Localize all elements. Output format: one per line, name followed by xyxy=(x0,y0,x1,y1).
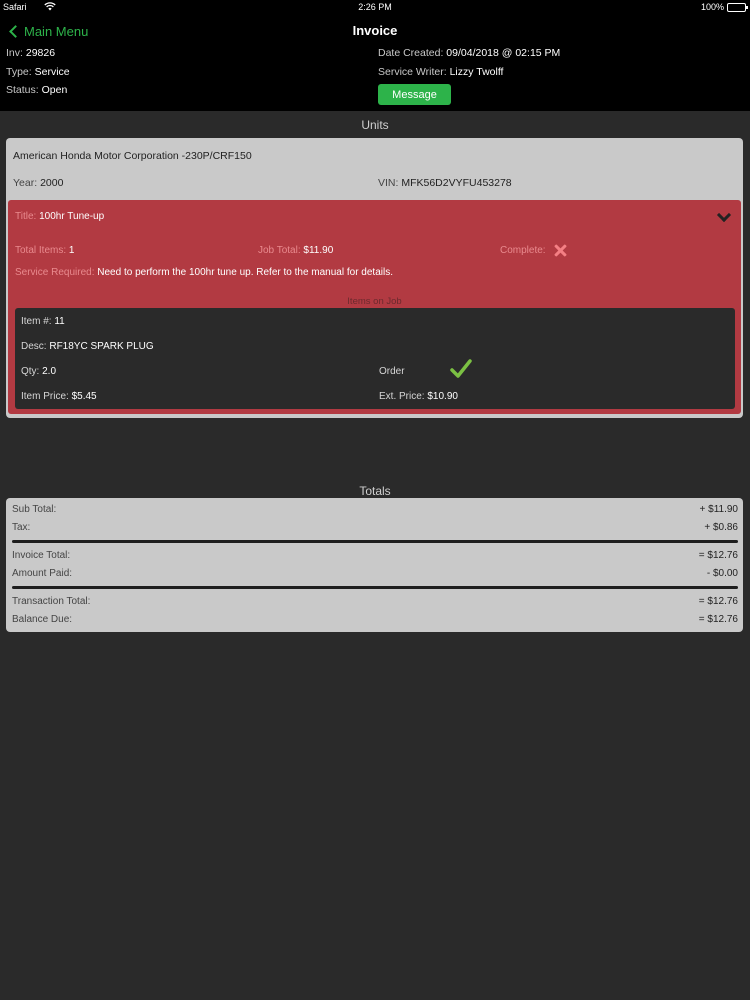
invoice-type: Type: Service xyxy=(6,66,70,78)
transaction-total-label: Transaction Total: xyxy=(12,596,91,607)
sub-total-label: Sub Total: xyxy=(12,504,57,515)
date-value: 09/04/2018 @ 02:15 PM xyxy=(446,47,561,59)
balance-due-value: = $12.76 xyxy=(698,614,738,625)
order-label: Order xyxy=(379,366,405,377)
unit-card[interactable]: American Honda Motor Corporation -230P/C… xyxy=(6,138,743,418)
invoice-total-row: Invoice Total: = $12.76 xyxy=(12,550,738,564)
item-order: Order xyxy=(379,366,405,377)
message-button[interactable]: Message xyxy=(378,84,451,105)
tax-value: + $0.86 xyxy=(704,522,738,533)
complete-label: Complete: xyxy=(500,245,546,256)
job-panel[interactable]: Title: 100hr Tune-up Total Items: 1 Job … xyxy=(8,200,741,414)
vin-value: MFK56D2VYFU453278 xyxy=(401,177,512,189)
status-bar: Safari 2:26 PM 100% xyxy=(0,0,750,16)
units-header: Units xyxy=(361,118,389,132)
job-total-items: Total Items: 1 xyxy=(15,245,74,256)
page-title: Invoice xyxy=(352,23,398,38)
invoice-status: Status: Open xyxy=(6,84,67,96)
job-total: Job Total: $11.90 xyxy=(258,245,333,256)
job-title-label: Title: xyxy=(15,211,37,222)
date-label: Date Created: xyxy=(378,47,444,59)
incomplete-x-icon[interactable] xyxy=(554,244,567,257)
amount-paid-row: Amount Paid: - $0.00 xyxy=(12,568,738,582)
job-title: Title: 100hr Tune-up xyxy=(15,211,104,222)
service-required: Service Required: Need to perform the 10… xyxy=(15,267,393,278)
amount-paid-label: Amount Paid: xyxy=(12,568,73,579)
order-check-icon[interactable] xyxy=(450,358,472,380)
service-writer: Service Writer: Lizzy Twolff xyxy=(378,66,503,78)
tax-row: Tax: + $0.86 xyxy=(12,522,738,536)
sub-total-row: Sub Total: + $11.90 xyxy=(12,504,738,518)
desc-label: Desc: xyxy=(21,341,47,352)
item-number-value: 11 xyxy=(54,316,65,327)
job-total-value: $11.90 xyxy=(303,245,334,256)
job-total-label: Job Total: xyxy=(258,245,301,256)
top-bar: Safari 2:26 PM 100% Main Menu Invoice In… xyxy=(0,0,750,111)
tax-label: Tax: xyxy=(12,522,31,533)
items-on-job-header: Items on Job xyxy=(347,296,402,307)
unit-name: American Honda Motor Corporation -230P/C… xyxy=(13,150,252,162)
battery-icon xyxy=(727,3,748,12)
divider xyxy=(12,586,738,589)
job-title-value: 100hr Tune-up xyxy=(39,211,105,222)
type-label: Type: xyxy=(6,66,32,78)
status-value: Open xyxy=(41,84,68,96)
item-desc: Desc: RF18YC SPARK PLUG xyxy=(21,341,154,352)
item-ext-price: Ext. Price: $10.90 xyxy=(379,391,458,402)
item-qty: Qty: 2.0 xyxy=(21,366,56,377)
divider xyxy=(12,540,738,543)
date-created: Date Created: 09/04/2018 @ 02:15 PM xyxy=(378,47,560,59)
desc-value: RF18YC SPARK PLUG xyxy=(49,341,154,352)
total-items-label: Total Items: xyxy=(15,245,67,256)
job-complete: Complete: xyxy=(500,245,546,256)
total-items-value: 1 xyxy=(68,245,75,256)
inv-value: 29826 xyxy=(25,47,56,59)
service-required-value: Need to perform the 100hr tune up. Refer… xyxy=(97,267,393,278)
sub-total-value: + $11.90 xyxy=(699,504,738,515)
invoice-total-value: = $12.76 xyxy=(698,550,738,561)
ext-price-value: $10.90 xyxy=(427,391,458,402)
vin-label: VIN: xyxy=(378,177,399,189)
qty-value: 2.0 xyxy=(42,366,57,377)
chevron-down-icon[interactable] xyxy=(716,207,732,223)
year-label: Year: xyxy=(13,177,38,189)
totals-card: Sub Total: + $11.90 Tax: + $0.86 Invoice… xyxy=(6,498,743,632)
totals-header: Totals xyxy=(359,484,391,498)
battery-percent: 100% xyxy=(700,2,724,12)
year-value: 2000 xyxy=(40,177,64,189)
balance-due-label: Balance Due: xyxy=(12,614,73,625)
type-value: Service xyxy=(34,66,70,78)
qty-label: Qty: xyxy=(21,366,40,377)
status-label: Status: xyxy=(6,84,39,96)
balance-due-row: Balance Due: = $12.76 xyxy=(12,614,738,628)
amount-paid-value: - $0.00 xyxy=(706,568,738,579)
clock: 2:26 PM xyxy=(358,2,392,12)
unit-vin: VIN: MFK56D2VYFU453278 xyxy=(378,177,512,189)
transaction-total-value: = $12.76 xyxy=(698,596,738,607)
inv-label: Inv: xyxy=(6,47,23,59)
invoice-number: Inv: 29826 xyxy=(6,47,55,59)
writer-label: Service Writer: xyxy=(378,66,447,78)
transaction-total-row: Transaction Total: = $12.76 xyxy=(12,596,738,610)
invoice-total-label: Invoice Total: xyxy=(12,550,71,561)
service-required-label: Service Required: xyxy=(15,267,95,278)
unit-year: Year: 2000 xyxy=(13,177,63,189)
item-number-label: Item #: xyxy=(21,316,52,327)
item-price: Item Price: $5.45 xyxy=(21,391,97,402)
job-item-card[interactable]: Item #: 11 Desc: RF18YC SPARK PLUG Qty: … xyxy=(15,308,735,409)
ext-price-label: Ext. Price: xyxy=(379,391,425,402)
item-price-label: Item Price: xyxy=(21,391,69,402)
writer-value: Lizzy Twolff xyxy=(449,66,504,78)
item-number: Item #: 11 xyxy=(21,316,65,327)
item-price-value: $5.45 xyxy=(71,391,97,402)
